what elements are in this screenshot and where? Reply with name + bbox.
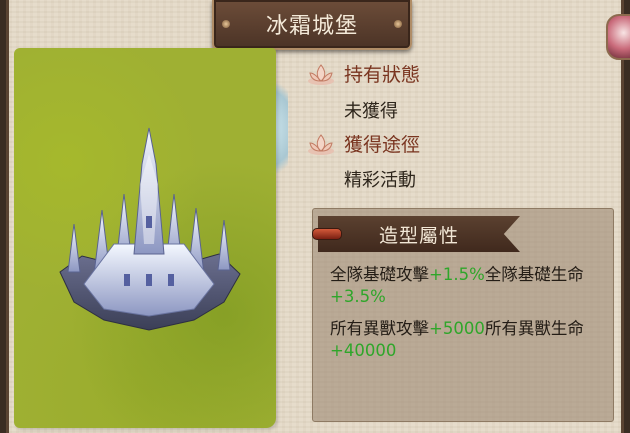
attribute-bonus: +3.5% (330, 287, 386, 306)
status-label: 持有狀態 (344, 64, 421, 86)
status-label-row: 持有狀態 (306, 60, 420, 87)
status-value: 未獲得 (344, 101, 398, 122)
title-text: 冰霜城堡 (265, 14, 358, 39)
attribute-bonus: +1.5% (429, 265, 485, 284)
attribute-bonus: +40000 (330, 341, 397, 360)
stud-icon (222, 20, 230, 28)
page-title: 冰霜城堡 (212, 0, 412, 50)
ice-castle-image (59, 127, 241, 331)
attribute-line: 所有異獸攻擊+5000所有異獸生命 +40000 (330, 318, 600, 362)
lotus-icon (308, 133, 334, 155)
attribute-name: 所有異獸生命 (484, 319, 584, 338)
source-label-row: 獲得途徑 (306, 130, 420, 157)
stud-icon (394, 20, 402, 28)
lotus-icon (308, 63, 334, 85)
ribbon-pin-icon (312, 228, 342, 240)
source-value: 精彩活動 (344, 170, 416, 191)
attributes-header-text: 造型屬性 (378, 224, 459, 247)
attribute-bonus: +5000 (429, 319, 485, 338)
source-label: 獲得途徑 (344, 134, 421, 156)
attribute-name: 所有異獸攻擊 (330, 319, 429, 338)
attribute-line: 全隊基礎攻擊+1.5%全隊基礎生命 +3.5% (330, 264, 600, 308)
close-orb-icon[interactable] (606, 14, 630, 60)
attribute-name: 全隊基礎生命 (484, 265, 584, 284)
attribute-name: 全隊基礎攻擊 (330, 265, 429, 284)
attributes-header: 造型屬性 (318, 216, 520, 252)
